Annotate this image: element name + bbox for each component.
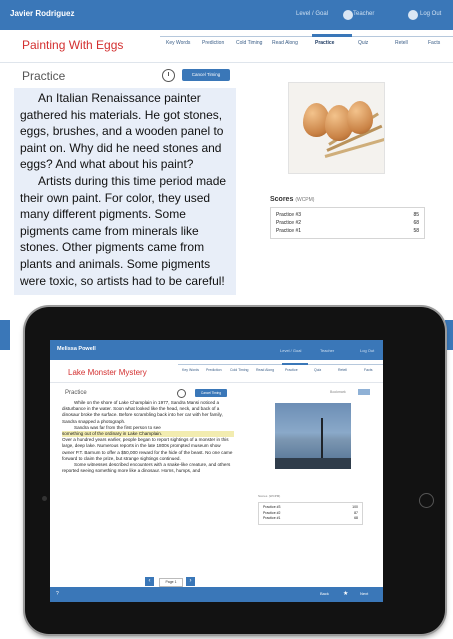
eggs-brushes-photo [288, 82, 385, 174]
lake-photo [275, 403, 351, 469]
page-indicator: Page 1 [159, 578, 183, 587]
top-bar: Javier Rodriguez Level / Goal Teacher Lo… [0, 0, 453, 30]
passage-paragraph: Some witnesses described encounters with… [62, 462, 231, 474]
tab-quiz[interactable]: Quiz [358, 40, 368, 46]
screen-lesson-title: Lake Monster Mystery [68, 368, 147, 377]
screen-user-name: Melissa Powell [57, 346, 96, 352]
scores-panel: Scores (WCPM) Practice #3 85 Practice #2 6… [270, 196, 425, 239]
step-tabs: Key Words Prediction Cold Timing Read Al… [160, 34, 453, 56]
score-row: Practice #1 58 [276, 228, 419, 234]
tab-cold-timing[interactable]: Cold Timing [236, 40, 262, 46]
egg-shape [347, 101, 373, 134]
tab-rail [160, 36, 453, 37]
user-icon[interactable] [408, 10, 418, 20]
passage-paragraph: Over a hundred years earlier, people beg… [62, 437, 233, 461]
score-row: Practice #3 85 [276, 212, 419, 218]
tab-practice[interactable]: Practice [315, 40, 334, 46]
passage-paragraph: While on the shore of Lake Champlain in … [62, 400, 223, 424]
tab-read-along[interactable]: Read Along [272, 40, 298, 46]
screen-scores-table: Practice #3 100 Practice #2 87 Practice #1… [258, 502, 363, 525]
practice-label: Practice [22, 69, 66, 83]
logout-link[interactable]: Log Out [420, 11, 441, 17]
score-row: Practice #1 68 [263, 516, 358, 520]
active-tab-marker [312, 34, 352, 37]
back-button[interactable]: Back [320, 591, 329, 596]
scores-table: Practice #3 85 Practice #2 68 Practice #1 5… [270, 207, 425, 239]
lesson-title: Painting With Eggs [22, 38, 124, 52]
bookmark-toggle[interactable] [358, 389, 370, 395]
star-icon[interactable]: ★ [343, 590, 348, 597]
home-button[interactable] [419, 493, 434, 508]
teacher-link[interactable]: Teacher [353, 11, 374, 17]
scores-unit: (WCPM) [268, 494, 281, 498]
passage-paragraph: Artists during this time period made the… [20, 173, 227, 288]
scores-unit: (WCPM) [295, 197, 315, 203]
screen-scores-panel: Scores (WCPM) Practice #3 100 Practice #2… [258, 493, 363, 525]
screen-teacher-link[interactable]: Teacher [320, 348, 334, 353]
screen-logout-link[interactable]: Log Out [360, 348, 374, 353]
clock-icon [177, 389, 186, 398]
screen-tab-retell[interactable]: Retell [338, 368, 347, 372]
screen-reading-passage: While on the shore of Lake Champlain in … [62, 400, 234, 586]
screen-tab-read-along[interactable]: Read Along [256, 368, 274, 372]
screen-step-tabs: Key Words Prediction Cold Timing Read Al… [178, 363, 383, 380]
scores-heading: Scores (WCPM) [258, 494, 281, 498]
bookmark-label: Bookmark [330, 390, 346, 394]
screen-tab-prediction[interactable]: Prediction [206, 368, 222, 372]
help-button[interactable]: ? [56, 591, 59, 597]
screen-tab-cold-timing[interactable]: Cold Timing [230, 368, 248, 372]
passage-paragraph: An Italian Renaissance painter gathered … [20, 91, 224, 172]
clock-icon [162, 69, 175, 82]
screen-tab-quiz[interactable]: Quiz [314, 368, 321, 372]
cancel-timing-button[interactable]: Cancel Timing [182, 69, 230, 81]
screen-bottom-bar: ? Back ★ Next [50, 587, 383, 602]
practice-header: Practice Cancel Timing [22, 67, 244, 87]
screen-cancel-timing-button[interactable]: Cancel Timing [195, 389, 227, 397]
lesson-header: Painting With Eggs Key Words Prediction … [0, 30, 453, 63]
camera-icon [42, 496, 47, 501]
tab-rail [178, 364, 383, 365]
tab-retell[interactable]: Retell [395, 40, 408, 46]
tree-shape [321, 418, 323, 460]
screen-tab-practice[interactable]: Practice [285, 368, 298, 372]
reading-passage: An Italian Renaissance painter gathered … [14, 88, 236, 295]
next-page-button[interactable]: › [186, 577, 195, 586]
left-edge-bar [0, 320, 10, 350]
active-tab-marker [282, 363, 308, 365]
right-edge-bar [445, 320, 453, 350]
screen-lesson-header: Lake Monster Mystery Key Words Predictio… [50, 360, 383, 383]
screen-practice-label: Practice [65, 390, 87, 396]
next-button[interactable]: Next [360, 591, 368, 596]
page-navigator: ‹ Page 1 › [145, 577, 205, 587]
tab-key-words[interactable]: Key Words [166, 40, 190, 46]
ipad-screen: Melissa Powell Level / Goal Teacher Log … [50, 340, 383, 602]
teacher-icon[interactable] [343, 10, 353, 20]
scores-heading: Scores (WCPM) [270, 196, 315, 203]
tab-prediction[interactable]: Prediction [202, 40, 224, 46]
shore-shape [275, 458, 351, 469]
score-row: Practice #2 68 [276, 220, 419, 226]
level-goal-menu[interactable]: Level / Goal [296, 11, 328, 17]
screen-tab-key-words[interactable]: Key Words [182, 368, 199, 372]
tab-facts[interactable]: Facts [428, 40, 440, 46]
screen-level-goal-menu[interactable]: Level / Goal [280, 348, 301, 353]
user-name: Javier Rodriguez [10, 9, 75, 18]
screen-top-bar: Melissa Powell Level / Goal Teacher Log … [50, 340, 383, 360]
screen-tab-facts[interactable]: Facts [364, 368, 373, 372]
prev-page-button[interactable]: ‹ [145, 577, 154, 586]
